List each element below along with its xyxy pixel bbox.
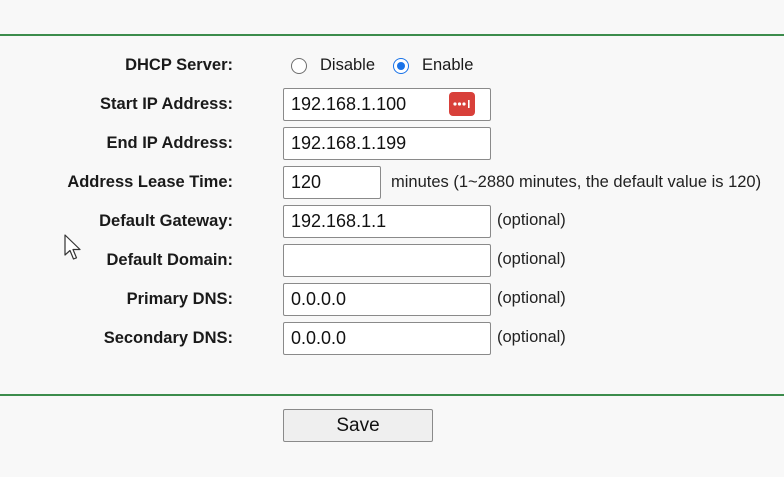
primary-dns-optional-hint: (optional) <box>497 289 566 307</box>
mouse-pointer-icon <box>64 234 81 260</box>
lease-time-input[interactable] <box>283 166 381 199</box>
gateway-input[interactable] <box>283 205 491 238</box>
save-button[interactable]: Save <box>283 409 433 442</box>
dhcp-enable-radio[interactable] <box>393 58 409 74</box>
lease-time-label: Address Lease Time: <box>67 173 233 191</box>
domain-input[interactable] <box>283 244 491 277</box>
gateway-optional-hint: (optional) <box>497 211 566 229</box>
domain-optional-hint: (optional) <box>497 250 566 268</box>
dhcp-server-label: DHCP Server: <box>125 56 233 74</box>
password-manager-icon[interactable] <box>449 92 475 116</box>
end-ip-label: End IP Address: <box>106 134 233 152</box>
secondary-dns-label: Secondary DNS: <box>103 329 233 347</box>
dhcp-settings-page: DHCP Server: Disable Enable Start IP Add… <box>0 0 784 477</box>
dhcp-disable-label[interactable]: Disable <box>320 55 375 75</box>
dhcp-enable-label[interactable]: Enable <box>422 55 473 75</box>
start-ip-label: Start IP Address: <box>100 95 233 113</box>
top-divider <box>0 34 784 36</box>
end-ip-input[interactable] <box>283 127 491 160</box>
primary-dns-input[interactable] <box>283 283 491 316</box>
primary-dns-label: Primary DNS: <box>126 290 233 308</box>
domain-label: Default Domain: <box>106 251 233 269</box>
lease-time-hint: minutes (1~2880 minutes, the default val… <box>391 173 762 191</box>
bottom-divider <box>0 394 784 396</box>
dhcp-disable-radio[interactable] <box>291 58 307 74</box>
secondary-dns-input[interactable] <box>283 322 491 355</box>
gateway-label: Default Gateway: <box>99 212 233 230</box>
secondary-dns-optional-hint: (optional) <box>497 328 566 346</box>
